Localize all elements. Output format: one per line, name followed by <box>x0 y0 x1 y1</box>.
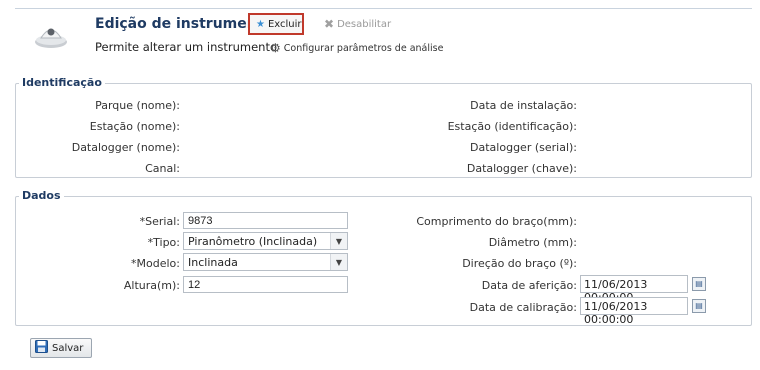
instrument-icon <box>33 20 69 53</box>
configurar-parametros-link[interactable]: ⚙ Configurar parâmetros de análise <box>270 41 443 55</box>
page-title: Edição de instrumento <box>95 16 274 32</box>
data-calibracao-label: Data de calibração: <box>469 301 577 314</box>
calendar-icon[interactable]: ▤ <box>692 277 706 291</box>
modelo-select[interactable]: Inclinada ▼ <box>183 253 348 271</box>
diametro-label: Diâmetro (mm): <box>488 236 577 249</box>
estacao-identificacao-label: Estação (identificação): <box>447 120 577 133</box>
excluir-label: Excluir <box>267 18 302 30</box>
serial-input[interactable] <box>183 212 348 229</box>
tipo-select[interactable]: Piranômetro (Inclinada) ▼ <box>183 232 348 250</box>
datalogger-serial-label: Datalogger (serial): <box>470 141 577 154</box>
desabilitar-label: Desabilitar <box>337 18 392 30</box>
serial-label: *Serial: <box>139 215 180 228</box>
data-afericao-label: Data de aferição: <box>481 279 577 292</box>
calendar-icon[interactable]: ▤ <box>692 299 706 313</box>
data-afericao-input[interactable]: 11/06/2013 00:00:00 <box>580 275 688 304</box>
save-disk-icon <box>35 340 48 356</box>
desabilitar-button[interactable]: ✖ Desabilitar <box>318 13 397 35</box>
gears-icon: ⚙ <box>270 41 281 55</box>
modelo-value: Inclinada <box>188 256 238 269</box>
comprimento-braco-label: Comprimento do braço(mm): <box>416 215 577 228</box>
data-calibracao-input[interactable]: 11/06/2013 00:00:00 <box>580 297 688 326</box>
data-instalacao-label: Data de instalação: <box>470 99 577 112</box>
salvar-label: Salvar <box>52 342 84 354</box>
canal-label: Canal: <box>145 162 180 175</box>
trash-icon: ★ <box>256 18 265 30</box>
altura-input[interactable] <box>183 276 348 293</box>
tipo-label: *Tipo: <box>147 236 180 249</box>
altura-label: Altura(m): <box>123 279 180 292</box>
modelo-label: *Modelo: <box>131 257 180 270</box>
disable-x-icon: ✖ <box>324 17 335 31</box>
datalogger-chave-label: Datalogger (chave): <box>466 162 577 175</box>
tipo-value: Piranômetro (Inclinada) <box>188 235 318 248</box>
identificacao-legend: Identificação <box>19 76 105 89</box>
datalogger-nome-label: Datalogger (nome): <box>71 141 180 154</box>
page-subtitle: Permite alterar um instrumento <box>95 40 278 54</box>
top-divider <box>15 8 752 9</box>
direcao-braco-label: Direção do braço (º): <box>462 257 577 270</box>
estacao-nome-label: Estação (nome): <box>89 120 180 133</box>
chevron-down-icon: ▼ <box>330 254 347 270</box>
dados-legend: Dados <box>19 189 64 202</box>
chevron-down-icon: ▼ <box>330 233 347 249</box>
salvar-button[interactable]: Salvar <box>30 338 92 358</box>
configurar-label: Configurar parâmetros de análise <box>283 42 444 54</box>
parque-label: Parque (nome): <box>95 99 180 112</box>
excluir-button[interactable]: ★ Excluir <box>248 13 304 35</box>
